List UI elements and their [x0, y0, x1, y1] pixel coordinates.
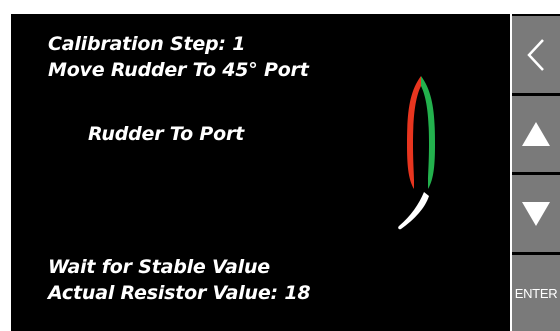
- wait-text: Wait for Stable Value: [48, 256, 270, 278]
- resistor-value-text: Actual Resistor Value: 18: [48, 282, 311, 304]
- up-button[interactable]: [512, 96, 560, 172]
- chevron-left-icon: [527, 38, 544, 71]
- down-button[interactable]: [512, 175, 560, 252]
- rudder-icon: [398, 192, 429, 230]
- display-screen: Calibration Step: 1 Move Rudder To 45° P…: [11, 14, 510, 331]
- enter-button[interactable]: ENTER: [512, 255, 560, 331]
- boat-hull-icon: [398, 76, 435, 230]
- calibration-step-text: Calibration Step: 1: [48, 33, 246, 55]
- back-button[interactable]: [512, 16, 560, 93]
- starboard-hull: [421, 76, 435, 189]
- instruction-text: Move Rudder To 45° Port: [48, 59, 309, 81]
- triangle-down-icon: [522, 201, 550, 226]
- rudder-status-text: Rudder To Port: [88, 123, 245, 145]
- triangle-up-icon: [522, 122, 550, 146]
- enter-label: ENTER: [514, 285, 558, 301]
- port-hull: [407, 76, 421, 189]
